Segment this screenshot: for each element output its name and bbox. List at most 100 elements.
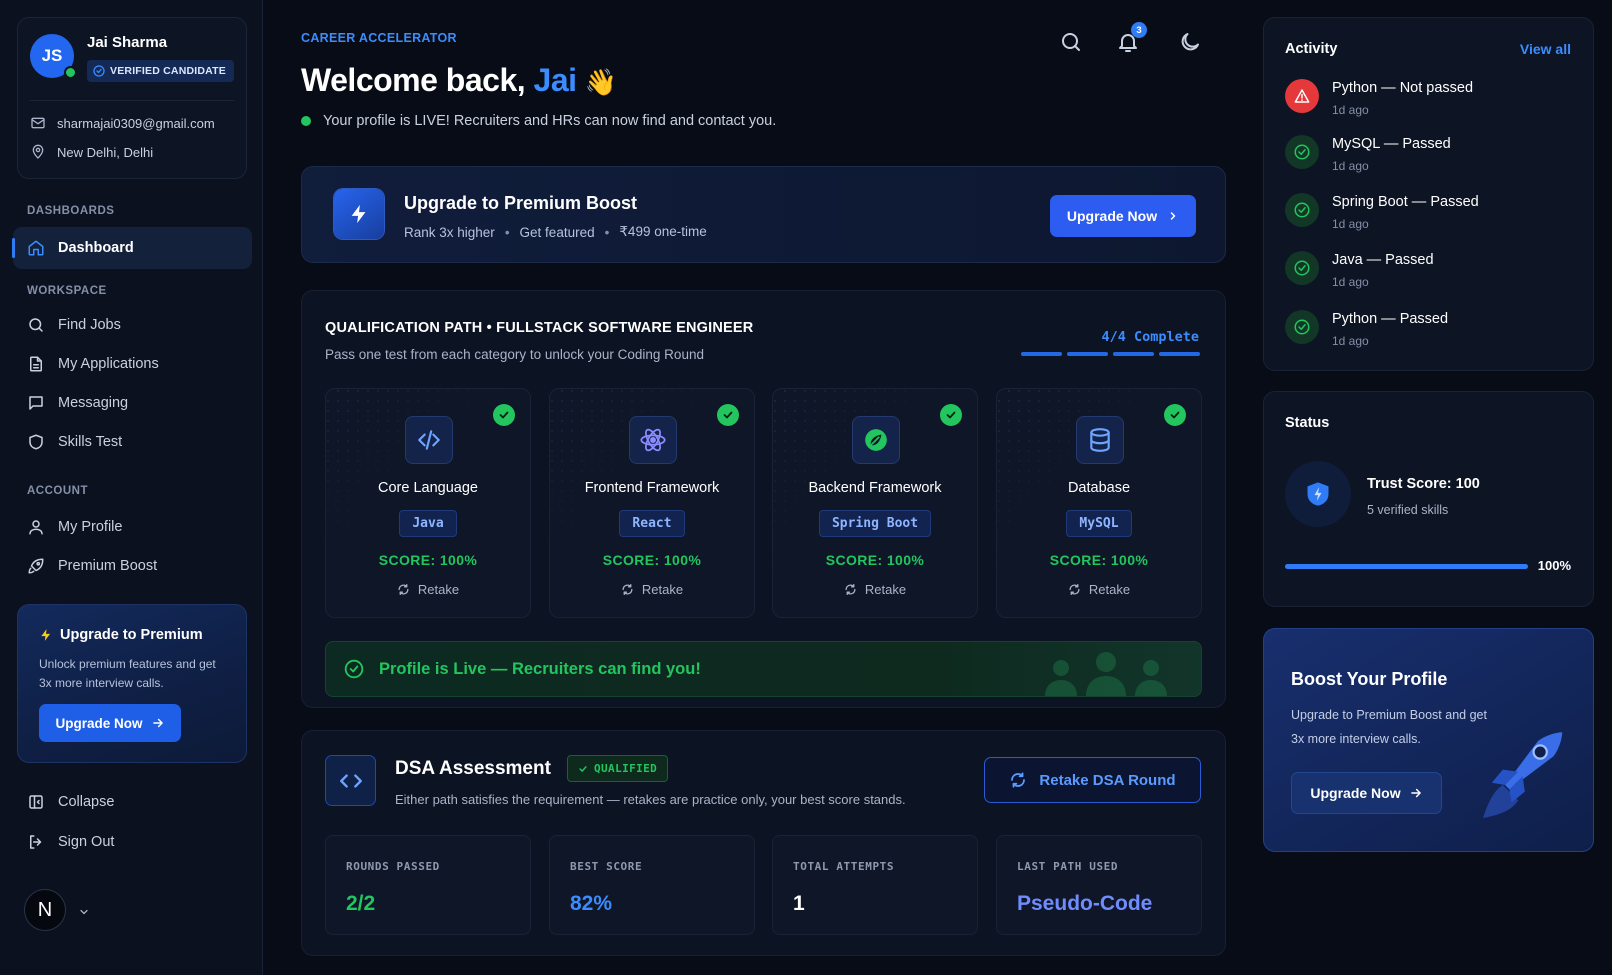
boost-profile-title: Boost Your Profile [1291,669,1448,689]
stat-label: LAST PATH USED [1017,860,1119,873]
activity-item[interactable]: Python — Passed 1d ago [1285,310,1575,350]
location-row: New Delhi, Delhi [30,144,153,160]
retake-button[interactable]: Retake [997,582,1201,597]
account-avatar[interactable]: N [24,889,66,931]
view-all-link[interactable]: View all [1520,41,1571,57]
dsa-subtitle: Either path satisfies the requirement — … [395,792,906,807]
progress-label: 4/4 Complete [1101,329,1199,345]
skill-score: SCORE: 100% [825,552,925,568]
activity-item[interactable]: Python — Not passed 1d ago [1285,79,1575,119]
retake-dsa-round-label: Retake DSA Round [1039,771,1176,789]
retake-dsa-round-button[interactable]: Retake DSA Round [984,757,1201,803]
warning-icon [1285,79,1319,113]
boost-upgrade-label: Upgrade Now [1310,785,1401,801]
code-brackets-icon [325,755,376,806]
skill-tech-tag: Spring Boot [818,510,932,537]
stat-card-rounds-passed: ROUNDS PASSED 2/2 [325,835,531,935]
activity-label: Python — Not passed [1332,80,1474,96]
upgrade-card-description: Unlock premium features and get 3x more … [39,657,216,690]
nav-messaging[interactable]: Messaging [13,382,252,424]
activity-item[interactable]: MySQL — Passed 1d ago [1285,135,1575,175]
collapse-button[interactable]: Collapse [13,781,252,823]
database-icon [1076,416,1124,464]
user-email: sharmajai0309@gmail.com [57,115,215,131]
nav-dashboard[interactable]: Dashboard [12,227,252,269]
skill-tag-wrap: MySQL [997,510,1201,537]
nav-my-profile-label: My Profile [58,519,123,535]
sign-out-button[interactable]: Sign Out [13,821,252,863]
retake-button[interactable]: Retake [326,582,530,597]
map-pin-icon [30,144,46,160]
mail-icon [30,115,46,131]
nav-premium-boost[interactable]: Premium Boost [13,545,252,587]
perk-separator: • [504,224,510,240]
stat-label: TOTAL ATTEMPTS [793,860,895,873]
trust-score-subtitle: 5 verified skills [1367,503,1449,517]
arrow-right-icon [151,716,165,730]
perk-item: Rank 3x higher [404,224,495,240]
retake-label: Retake [864,582,907,597]
check-circle-icon [493,404,515,426]
activity-item[interactable]: Spring Boot — Passed 1d ago [1285,193,1575,233]
nav-find-jobs[interactable]: Find Jobs [13,304,252,346]
check-circle-icon [1164,404,1186,426]
activity-time: 1d ago [1332,275,1369,289]
boost-upgrade-button[interactable]: Upgrade Now [1291,772,1442,814]
chevron-down-icon[interactable] [78,906,90,918]
upgrade-now-button[interactable]: Upgrade Now [1050,195,1196,237]
skill-category: Core Language [378,480,478,496]
nav-premium-boost-label: Premium Boost [58,558,158,574]
perk-item: Get featured [519,224,595,240]
activity-time: 1d ago [1332,334,1369,348]
recruiters-illustration-icon [1031,646,1181,696]
activity-item[interactable]: Java — Passed 1d ago [1285,251,1575,291]
moon-icon[interactable] [1178,30,1202,54]
stat-value: 2/2 [346,892,376,915]
qualification-title: QUALIFICATION PATH • FULLSTACK SOFTWARE … [325,320,754,336]
nav-my-profile[interactable]: My Profile [13,506,252,548]
nav-my-applications[interactable]: My Applications [13,343,252,385]
sidebar-upgrade-button[interactable]: Upgrade Now [39,704,181,742]
skill-score: SCORE: 100% [378,552,478,568]
retake-button[interactable]: Retake [773,582,977,597]
skill-tech-tag: Java [399,510,457,537]
skill-card-backend-framework: Backend Framework Spring Boot SCORE: 100… [772,388,978,618]
activity-label: Python — Passed [1332,311,1449,327]
logout-icon [27,833,45,851]
nav-skills-test[interactable]: Skills Test [13,421,252,463]
nav-my-applications-label: My Applications [58,356,159,372]
welcome-name: Jai [533,62,577,98]
stat-card-last-path-used: LAST PATH USED Pseudo-Code [996,835,1202,935]
header-search-icon[interactable] [1059,30,1083,54]
upgrade-card-title-row: Upgrade to Premium [39,627,203,643]
progress-segment [1113,352,1154,356]
skill-card-frontend-framework: Frontend Framework React SCORE: 100% Ret… [549,388,755,618]
qualified-badge: QUALIFIED [567,755,669,782]
retake-button[interactable]: Retake [550,582,754,597]
activity-label: Spring Boot — Passed [1332,194,1479,210]
refresh-icon [621,583,634,596]
skill-card-core-language: Core Language Java SCORE: 100% Retake [325,388,531,618]
wave-emoji: 👋 [584,67,617,97]
rocket-illustration-icon [1461,719,1571,829]
retake-label: Retake [417,582,460,597]
skill-tag-wrap: React [550,510,754,537]
check-circle-icon [1285,310,1319,344]
nav-dashboard-label: Dashboard [58,240,134,256]
welcome-prefix: Welcome back, [301,62,534,98]
premium-boost-banner: Upgrade to Premium Boost Rank 3x higher … [301,166,1226,263]
trust-shield-icon [1285,461,1351,527]
verified-badge: VERIFIED CANDIDATE [87,60,234,82]
live-status-text: Your profile is LIVE! Recruiters and HRs… [323,113,777,129]
home-icon [27,239,45,257]
skill-tag-wrap: Spring Boot [773,510,977,537]
react-icon [629,416,677,464]
nav-messaging-label: Messaging [58,395,129,411]
skill-tech-tag: MySQL [1066,510,1132,537]
verified-check-icon [93,65,105,77]
stat-value: 1 [793,892,805,915]
skill-score: SCORE: 100% [1049,552,1149,568]
notification-count-badge: 3 [1131,22,1147,38]
stat-card-best-score: BEST SCORE 82% [549,835,755,935]
perk-separator: • [604,224,610,240]
